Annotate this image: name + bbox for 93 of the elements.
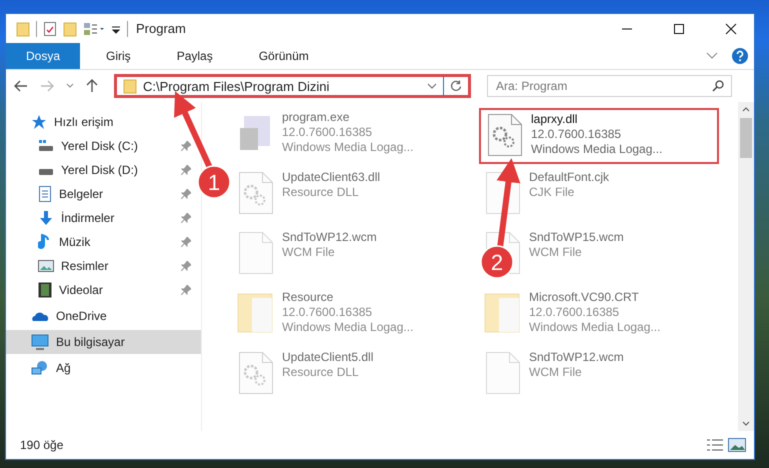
search-field[interactable]: Ara: Program	[487, 75, 732, 97]
file-detail: CJK File	[529, 185, 576, 200]
file-name[interactable]: Resource	[282, 290, 414, 305]
scroll-down-caret-icon[interactable]	[742, 421, 750, 427]
file-detail: Windows Media Logag...	[529, 320, 660, 335]
sidebar-item[interactable]: Ağ	[6, 356, 201, 380]
sidebar-label: Müzik	[59, 235, 90, 249]
file-detail: Windows Media Logag...	[282, 140, 414, 155]
back-arrow-icon[interactable]	[14, 80, 28, 92]
ribbon-tab[interactable]: Giriş	[86, 43, 151, 69]
up-arrow-icon[interactable]	[86, 79, 98, 93]
details-view-icon[interactable]	[706, 438, 724, 452]
window-title: Program	[136, 21, 186, 36]
file-detail: 12.0.7600.16385	[282, 305, 374, 320]
document-icon	[38, 186, 52, 202]
large-icons-view-icon[interactable]	[728, 438, 746, 452]
sidebar-item[interactable]: Müzik	[6, 230, 201, 254]
download-arrow-icon	[38, 210, 54, 226]
view-options-icon[interactable]	[83, 20, 105, 36]
step-number: 1	[208, 170, 220, 195]
file-detail: Windows Media Logag...	[282, 320, 414, 335]
computer-icon	[31, 334, 49, 350]
file-name[interactable]: DefaultFont.cjk	[529, 170, 610, 185]
sidebar-item[interactable]: Yerel Disk (C:)	[6, 134, 201, 158]
settings-file-icon	[236, 350, 276, 396]
file-detail: WCM File	[529, 245, 583, 260]
sidebar-item[interactable]: Bu bilgisayar	[6, 330, 201, 354]
sidebar-item[interactable]: Hızlı erişim	[6, 110, 201, 134]
drive-icon	[38, 139, 54, 153]
address-bar[interactable]: C:\Program Files\Program Dizini	[114, 74, 471, 98]
scrollbar[interactable]	[738, 102, 754, 431]
properties-icon[interactable]	[43, 20, 57, 36]
step-number: 2	[490, 250, 504, 275]
recent-locations-caret-icon[interactable]	[66, 83, 74, 89]
sidebar-label: Yerel Disk (C:)	[61, 139, 138, 153]
settings-file-icon	[485, 112, 525, 158]
star-icon	[31, 114, 47, 130]
file-detail: WCM File	[529, 365, 583, 380]
file-detail: WCM File	[282, 245, 336, 260]
step-badge	[480, 245, 514, 279]
dropdown-caret-icon[interactable]	[427, 83, 437, 89]
sidebar-item[interactable]: İndirmeler	[6, 206, 201, 230]
file-name[interactable]: UpdateClient5.dll	[282, 350, 374, 365]
file-detail: 12.0.7600.16385	[529, 305, 620, 320]
music-note-icon	[38, 234, 52, 250]
expand-ribbon-icon[interactable]	[706, 52, 718, 60]
sidebar-label: Belgeler	[59, 187, 104, 201]
sidebar-label: Videolar	[59, 283, 103, 297]
settings-file-icon	[236, 170, 276, 216]
search-icon	[712, 80, 724, 92]
sidebar-item[interactable]: Yerel Disk (D:)	[6, 158, 201, 182]
step-badge	[197, 165, 231, 199]
file-name[interactable]: UpdateClient63.dll	[282, 170, 380, 185]
sidebar-label: Bu bilgisayar	[56, 335, 125, 349]
file-name[interactable]: laprxy.dll	[531, 112, 662, 127]
file-name[interactable]: SndToWP12.wcm	[282, 230, 377, 245]
sidebar-label: Ağ	[56, 361, 71, 375]
scroll-up-caret-icon[interactable]	[742, 106, 750, 112]
folder-icon	[123, 78, 137, 94]
file-icon	[236, 230, 276, 276]
sidebar-label: İndirmeler	[61, 211, 114, 225]
file-detail: 12.0.7600.16385	[282, 125, 374, 140]
selected-file-item[interactable]: laprxy.dll 12.0.7600.16385 Windows Media Logag...	[479, 108, 719, 164]
refresh-icon[interactable]	[450, 80, 462, 92]
file-name[interactable]: SndToWP12.wcm	[529, 350, 624, 365]
ribbon-tab[interactable]: Paylaş	[156, 43, 233, 69]
file-name[interactable]: Microsoft.VC90.CRT	[529, 290, 660, 305]
sidebar-label: Hızlı erişim	[54, 115, 114, 129]
scrollbar-thumb[interactable]	[740, 118, 752, 158]
cloud-icon	[31, 310, 49, 322]
sidebar-item[interactable]: Videolar	[6, 278, 201, 302]
address-path: C:\Program Files\Program Dizini	[143, 78, 330, 94]
film-strip-icon	[38, 282, 52, 298]
sidebar-item[interactable]: Belgeler	[6, 182, 201, 206]
help-icon[interactable]	[732, 48, 748, 64]
file-detail: Resource DLL	[282, 365, 360, 380]
network-icon	[31, 360, 49, 376]
ribbon-tab[interactable]: Görünüm	[238, 43, 329, 69]
file-detail: Windows Media Logag...	[531, 142, 662, 157]
picture-icon	[38, 259, 54, 273]
ribbon-tab[interactable]: Dosya	[6, 43, 80, 69]
file-detail: 12.0.7600.16385	[531, 127, 622, 142]
sidebar-item[interactable]: Resimler	[6, 254, 201, 278]
file-icon	[483, 350, 523, 396]
file-name[interactable]: SndToWP15.wcm	[529, 230, 624, 245]
file-name[interactable]: program.exe	[282, 110, 414, 125]
item-count: 190 öğe	[20, 438, 64, 452]
file-detail: Resource DLL	[282, 185, 360, 200]
sidebar-label: OneDrive	[56, 309, 107, 323]
file-icon	[483, 170, 523, 216]
sidebar-item[interactable]: OneDrive	[6, 304, 201, 328]
sidebar-label: Resimler	[61, 259, 108, 273]
sidebar-label: Yerel Disk (D:)	[61, 163, 138, 177]
